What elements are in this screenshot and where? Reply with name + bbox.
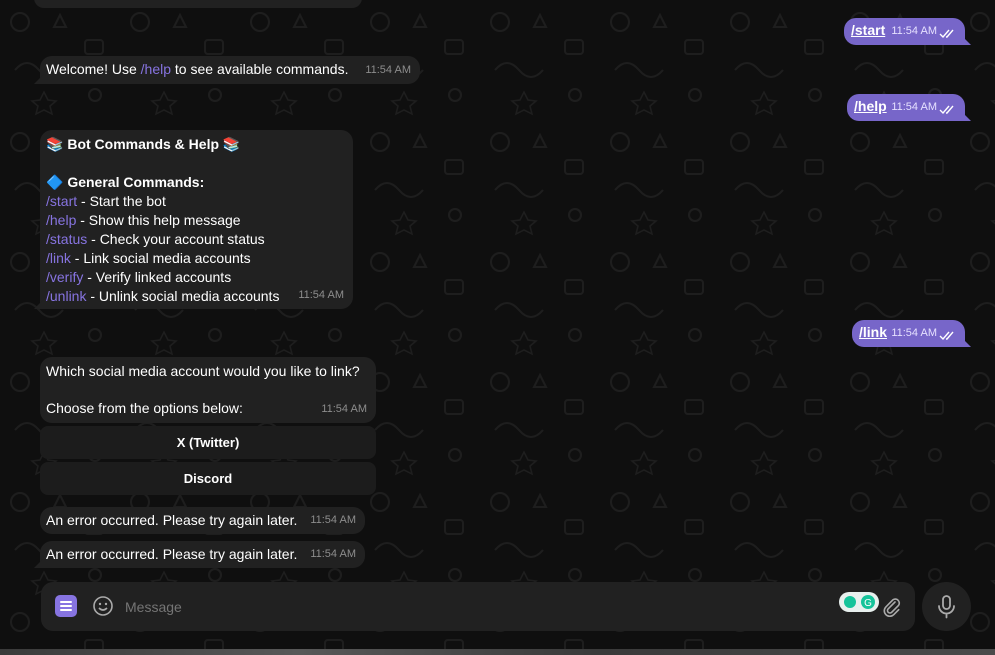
message-time: 11:54 AM: [310, 548, 356, 560]
help-command-row: /start - Start the bot: [46, 193, 166, 209]
message-line: Choose from the options below:: [46, 400, 243, 416]
message-text[interactable]: /help: [854, 97, 887, 116]
message-list[interactable]: /start 11:54 AM Welcome! Use /help to se…: [0, 0, 995, 580]
message-text: An error occurred. Please try again late…: [46, 512, 298, 528]
help-command-row: /link - Link social media accounts: [46, 250, 251, 266]
command-link[interactable]: /verify: [46, 269, 83, 285]
svg-text:G: G: [864, 598, 872, 609]
message-time: 11:54 AM: [310, 514, 356, 526]
microphone-button[interactable]: [922, 582, 971, 631]
help-command-row: /unlink - Unlink social media accounts: [46, 288, 280, 304]
inline-button-twitter[interactable]: X (Twitter): [40, 426, 376, 459]
paperclip-icon[interactable]: [880, 595, 902, 618]
incoming-message-help: 📚 Bot Commands & Help 📚 🔷 General Comman…: [34, 130, 353, 309]
message-time: 11:54 AM: [891, 25, 937, 37]
command-link[interactable]: /start: [46, 193, 77, 209]
command-link[interactable]: /status: [46, 231, 87, 247]
window-bottom-bar: [0, 649, 995, 655]
command-link[interactable]: /link: [46, 250, 71, 266]
emoji-icon[interactable]: [92, 595, 114, 617]
message-text: Welcome! Use /help to see available comm…: [46, 61, 349, 77]
help-command-row: /verify - Verify linked accounts: [46, 269, 232, 285]
message-text[interactable]: /start: [851, 21, 885, 40]
outgoing-message-link: /link 11:54 AM: [852, 320, 971, 347]
cutoff-message: [34, 0, 362, 8]
grammarly-extension-icon[interactable]: G: [839, 592, 879, 612]
help-command-row: /help - Show this help message: [46, 212, 241, 228]
incoming-message-error: An error occurred. Please try again late…: [40, 507, 365, 534]
command-link-help[interactable]: /help: [141, 61, 171, 77]
double-check-icon: [939, 105, 954, 115]
incoming-message-link-prompt: Which social media account would you lik…: [40, 357, 376, 423]
message-input[interactable]: [123, 594, 827, 620]
message-time: 11:54 AM: [891, 101, 937, 113]
microphone-icon: [938, 595, 955, 619]
command-link[interactable]: /help: [46, 212, 76, 228]
double-check-icon: [939, 29, 954, 39]
message-time: 11:54 AM: [891, 327, 937, 339]
double-check-icon: [939, 331, 954, 341]
message-time: 11:54 AM: [321, 403, 367, 415]
bot-menu-icon[interactable]: [55, 595, 77, 617]
message-time: 11:54 AM: [298, 289, 344, 301]
help-command-row: /status - Check your account status: [46, 231, 265, 247]
message-composer: G: [41, 582, 915, 631]
books-emoji-icon: 📚: [222, 136, 241, 152]
help-section: 🔷 General Commands:: [46, 174, 205, 190]
incoming-message-error: An error occurred. Please try again late…: [34, 541, 365, 568]
books-emoji-icon: 📚: [46, 136, 64, 152]
incoming-message-welcome: Welcome! Use /help to see available comm…: [34, 56, 420, 84]
inline-button-discord[interactable]: Discord: [40, 462, 376, 495]
outgoing-message-start: /start 11:54 AM: [844, 18, 971, 45]
message-line: Which social media account would you lik…: [46, 363, 360, 379]
message-time: 11:54 AM: [365, 64, 411, 76]
blue-diamond-icon: 🔷: [46, 174, 64, 190]
message-text[interactable]: /link: [859, 323, 887, 342]
outgoing-message-help: /help 11:54 AM: [847, 94, 971, 121]
message-text: An error occurred. Please try again late…: [46, 546, 298, 562]
command-link[interactable]: /unlink: [46, 288, 86, 304]
help-title: 📚 Bot Commands & Help 📚: [46, 136, 241, 152]
